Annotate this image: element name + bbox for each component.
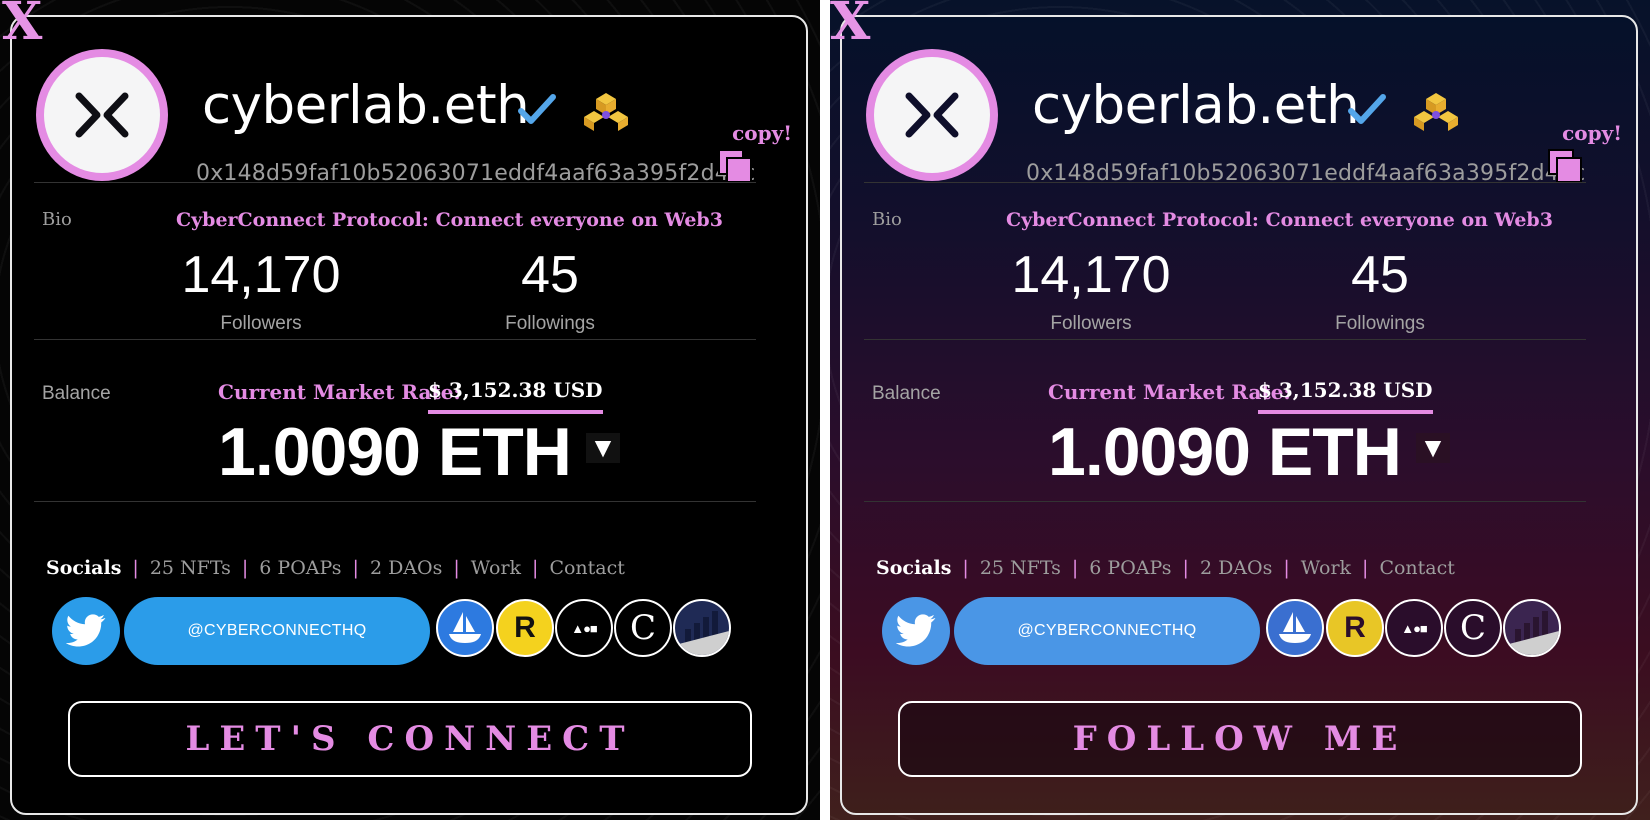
tab-separator: |	[1362, 557, 1369, 579]
opensea-icon[interactable]	[436, 599, 494, 657]
twitter-handle-button[interactable]: @CYBERCONNECTHQ	[954, 597, 1260, 665]
bio-label: Bio	[872, 209, 902, 230]
dropdown-arrow-icon[interactable]: ▼	[1416, 432, 1450, 463]
tab-daos[interactable]: 2 DAOs	[1196, 557, 1276, 579]
c-coin-icon[interactable]: C	[614, 599, 672, 657]
divider	[864, 339, 1586, 340]
aoe-icon[interactable]: ▲●■	[555, 599, 613, 657]
copy-icon[interactable]	[1548, 149, 1586, 185]
followings-count[interactable]: 45	[400, 245, 700, 305]
follow-me-button[interactable]: FOLLOW ME	[898, 701, 1582, 777]
social-links: @CYBERCONNECTHQ R ▲●■ C	[882, 597, 1582, 667]
section-tabs: Socials | 25 NFTs | 6 POAPs | 2 DAOs | W…	[872, 557, 1459, 579]
tab-socials[interactable]: Socials	[872, 557, 955, 579]
lets-connect-button[interactable]: LET'S CONNECT	[68, 701, 752, 777]
tab-daos[interactable]: 2 DAOs	[366, 557, 446, 579]
tab-work[interactable]: Work	[1297, 557, 1355, 579]
twitter-handle-button[interactable]: @CYBERCONNECTHQ	[124, 597, 430, 665]
market-rate-label: Current Market Rate:	[218, 380, 461, 404]
followings-label: Followings	[505, 313, 595, 334]
twitter-icon[interactable]	[52, 597, 120, 665]
rarible-icon[interactable]: R	[1326, 599, 1384, 657]
twitter-icon[interactable]	[882, 597, 950, 665]
blocks-badge-icon	[1414, 93, 1458, 131]
profile-card-left: cyberlab.eth 0x148d59faf10b52063071eddf4…	[10, 15, 808, 815]
tab-separator: |	[132, 557, 139, 579]
copy-icon[interactable]	[718, 149, 756, 185]
tab-separator: |	[352, 557, 359, 579]
tab-poaps[interactable]: 6 POAPs	[1085, 557, 1175, 579]
opensea-icon[interactable]	[1266, 599, 1324, 657]
tab-separator: |	[962, 557, 969, 579]
avatar	[36, 49, 168, 181]
chart-icon[interactable]	[1503, 599, 1561, 657]
market-rate-value: $ 3,152.38 USD	[428, 378, 603, 414]
c-coin-icon[interactable]: C	[1444, 599, 1502, 657]
followers-count[interactable]: 14,170	[941, 245, 1241, 305]
chart-icon[interactable]	[673, 599, 731, 657]
blocks-badge-icon	[584, 93, 628, 131]
ens-name: cyberlab.eth	[202, 75, 530, 136]
close-icon[interactable]: X	[830, 0, 870, 48]
cyberconnect-logo-icon	[905, 92, 959, 138]
tab-socials[interactable]: Socials	[42, 557, 125, 579]
section-tabs: Socials | 25 NFTs | 6 POAPs | 2 DAOs | W…	[42, 557, 629, 579]
balance-label: Balance	[872, 383, 941, 404]
market-rate-value: $ 3,152.38 USD	[1258, 378, 1433, 414]
divider	[34, 339, 756, 340]
tab-separator: |	[1071, 557, 1079, 579]
divider-strip	[820, 0, 830, 820]
divider	[864, 501, 1586, 502]
tab-separator: |	[453, 557, 460, 579]
followers-label: Followers	[1050, 313, 1132, 334]
divider	[864, 182, 1586, 183]
followers-label: Followers	[220, 313, 302, 334]
tab-nfts[interactable]: 25 NFTs	[976, 557, 1065, 579]
close-icon[interactable]: X	[2, 0, 42, 48]
dropdown-arrow-icon[interactable]: ▼	[586, 432, 620, 463]
profile-card-right: cyberlab.eth 0x148d59faf10b52063071eddf4…	[840, 15, 1638, 815]
tab-contact[interactable]: Contact	[1375, 557, 1458, 579]
divider	[34, 501, 756, 502]
bio-label: Bio	[42, 209, 72, 230]
market-rate-label: Current Market Rate:	[1048, 380, 1291, 404]
followings-count[interactable]: 45	[1230, 245, 1530, 305]
aoe-icon[interactable]: ▲●■	[1385, 599, 1443, 657]
eth-balance: 1.0090 ETH	[218, 414, 572, 490]
followings-label: Followings	[1335, 313, 1425, 334]
verified-check-icon	[1348, 94, 1386, 124]
tab-nfts[interactable]: 25 NFTs	[146, 557, 235, 579]
copy-label[interactable]: copy!	[1562, 121, 1622, 145]
eth-balance: 1.0090 ETH	[1048, 414, 1402, 490]
rarible-icon[interactable]: R	[496, 599, 554, 657]
ens-name: cyberlab.eth	[1032, 75, 1360, 136]
tab-work[interactable]: Work	[467, 557, 525, 579]
tab-contact[interactable]: Contact	[545, 557, 628, 579]
balance-label: Balance	[42, 383, 111, 404]
bio-text: CyberConnect Protocol: Connect everyone …	[176, 209, 723, 231]
social-links: @CYBERCONNECTHQ R ▲●■ C	[52, 597, 752, 667]
cyberconnect-logo-icon	[75, 92, 129, 138]
tab-separator: |	[241, 557, 249, 579]
tab-separator: |	[1283, 557, 1290, 579]
bio-text: CyberConnect Protocol: Connect everyone …	[1006, 209, 1553, 231]
followers-count[interactable]: 14,170	[111, 245, 411, 305]
copy-label[interactable]: copy!	[732, 121, 792, 145]
verified-check-icon	[518, 94, 556, 124]
tab-separator: |	[1182, 557, 1189, 579]
avatar	[866, 49, 998, 181]
tab-separator: |	[532, 557, 539, 579]
divider	[34, 182, 756, 183]
tab-poaps[interactable]: 6 POAPs	[255, 557, 345, 579]
